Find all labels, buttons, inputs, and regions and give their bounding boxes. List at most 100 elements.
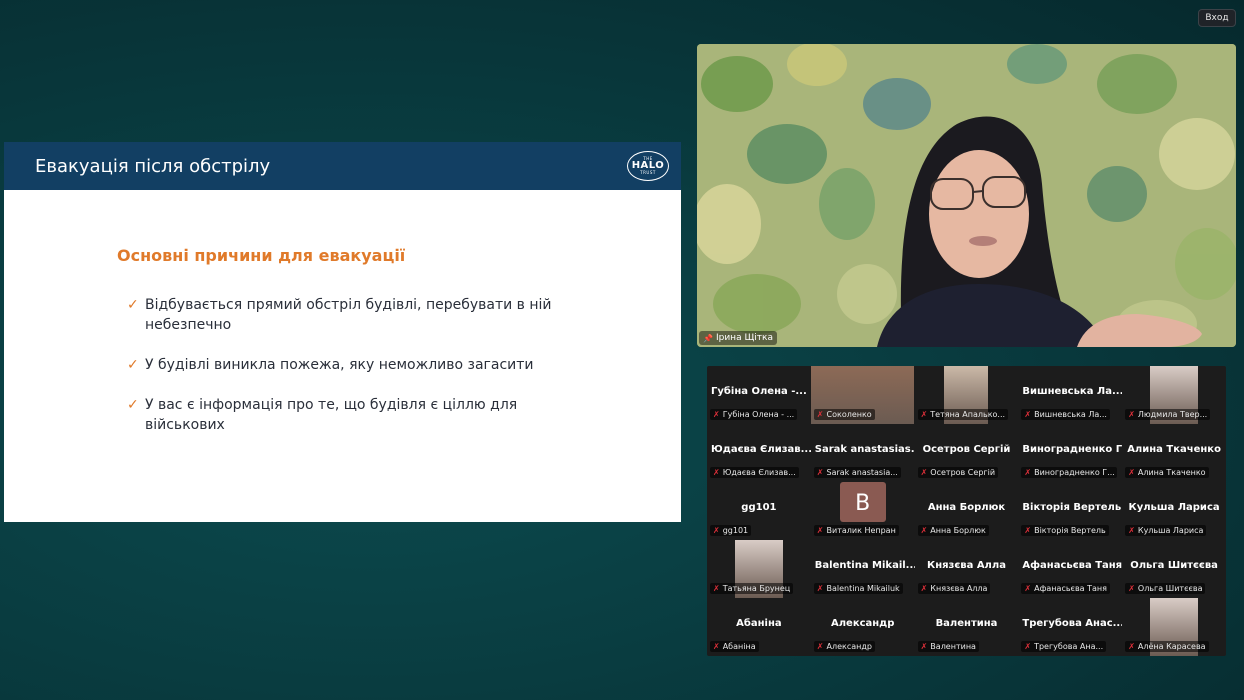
participant-label-text: gg101: [722, 526, 749, 535]
participant-label-text: Валентина: [930, 642, 976, 651]
mic-off-icon: ✗: [816, 584, 824, 593]
participant-label-text: Ольга Шитєєва: [1137, 584, 1203, 593]
mic-off-icon: ✗: [1024, 642, 1032, 651]
participant-name-label: ✗ Balentina Mikailuk: [813, 583, 903, 594]
mic-off-icon: ✗: [816, 526, 824, 535]
participant-tile[interactable]: Sarak anastasias... ✗ Sarak anastasia...: [811, 424, 915, 482]
participant-name-label: ✗ Кульша Лариса: [1125, 525, 1207, 536]
slide-subtitle: Основні причини для евакуації: [117, 246, 406, 265]
mic-off-icon: ✗: [920, 410, 928, 419]
logo-text-bottom: TRUST: [640, 170, 656, 175]
participant-tile[interactable]: Трегубова Анас... ✗ Трегубова Ана...: [1018, 598, 1122, 656]
participant-tile[interactable]: B ✗ Виталик Непран: [811, 482, 915, 540]
participant-name-label: ✗ Алина Ткаченко: [1125, 467, 1209, 478]
participant-label-text: Тетяна Апалько...: [930, 410, 1006, 419]
participant-label-text: Виталик Непран: [826, 526, 896, 535]
slide-bullet-list: ✓ Відбувається прямий обстріл будівлі, п…: [117, 295, 681, 435]
checkmark-icon: ✓: [127, 357, 139, 373]
participant-tile[interactable]: Виноградненко Г...✗Виноградненко Г...: [1018, 424, 1122, 482]
participant-tile[interactable]: ✗ Людмила Твер...: [1122, 366, 1226, 424]
participant-tile[interactable]: ✗ Алёна Карасева: [1122, 598, 1226, 656]
mic-off-icon: ✗: [920, 584, 928, 593]
participant-tile[interactable]: Валентина ✗ Валентина: [915, 598, 1019, 656]
participant-label-text: Алёна Карасева: [1137, 642, 1206, 651]
participant-display-name: Виноградненко Г...: [1022, 444, 1123, 455]
participant-label-text: Виноградненко Г...: [1034, 468, 1115, 477]
participant-tile[interactable]: Balentina Mikail... ✗ Balentina Mikailuk: [811, 540, 915, 598]
slide-bullet-text: У будівлі виникла пожежа, яку неможливо …: [145, 357, 534, 373]
speaker-video-frame: [697, 44, 1236, 347]
participant-display-name: Юдаєва Єлизав...: [711, 444, 811, 455]
participant-label-text: Алина Ткаченко: [1137, 468, 1206, 477]
participant-tile[interactable]: Абаніна ✗ Абаніна: [707, 598, 811, 656]
participant-name-label: ✗ Валентина: [917, 641, 979, 652]
participant-label-text: Вишневська Ла...: [1034, 410, 1107, 419]
participant-tile[interactable]: Афанасьєва Таня ✗ Афанасьєва Таня: [1018, 540, 1122, 598]
participant-display-name: Sarak anastasias...: [814, 444, 915, 455]
participant-display-name: Ольга Шитєєва: [1130, 560, 1218, 571]
participant-tile[interactable]: ✗ Соколенко: [810, 366, 915, 424]
participant-name-label: ✗ Анна Борлюк: [917, 525, 989, 536]
participant-tile[interactable]: Кульша Лариса ✗ Кульша Лариса: [1122, 482, 1226, 540]
active-speaker-video[interactable]: 📌 Ірина Щітка: [697, 44, 1236, 347]
mic-off-icon: ✗: [1128, 468, 1135, 477]
participant-label-text: Вікторія Вертель: [1034, 526, 1106, 535]
participant-display-name: Вікторія Вертель: [1022, 502, 1122, 513]
mic-off-icon: ✗: [713, 468, 720, 477]
participant-label-text: Татьяна Брунец: [722, 584, 791, 593]
participant-tile[interactable]: Анна Борлюк ✗ Анна Борлюк: [915, 482, 1019, 540]
participant-tile[interactable]: ✗ Татьяна Брунец: [707, 540, 811, 598]
participant-label-text: Balentina Mikailuk: [826, 584, 900, 593]
mic-off-icon: ✗: [1024, 584, 1032, 593]
enter-button[interactable]: Вход: [1198, 9, 1236, 27]
slide-header: Евакуація після обстрілу THE HALO TRUST: [4, 142, 681, 190]
participant-tile[interactable]: Осетров Сергій ✗ Осетров Сергій: [915, 424, 1019, 482]
participant-tile[interactable]: gg101 ✗ gg101: [707, 482, 811, 540]
participant-display-name: Афанасьєва Таня: [1022, 560, 1123, 571]
participant-label-text: Sarak anastasia...: [826, 468, 898, 477]
mic-off-icon: ✗: [816, 468, 824, 477]
participant-tile[interactable]: Князєва Алла ✗ Князєва Алла: [915, 540, 1019, 598]
participant-name-label: ✗ Трегубова Ана...: [1021, 641, 1107, 652]
participant-name-label: ✗ Виноградненко Г...: [1021, 467, 1118, 478]
participant-label-text: Губіна Олена - ...: [722, 410, 795, 419]
participant-tile[interactable]: Губіна Олена -... ✗ Губіна Олена - ...: [707, 366, 811, 424]
participant-display-name: Алина Ткаченко: [1127, 444, 1221, 455]
mic-off-icon: ✗: [816, 642, 824, 651]
mic-off-icon: ✗: [920, 468, 928, 477]
participant-label-text: Осетров Сергій: [930, 468, 996, 477]
participant-label-text: Трегубова Ана...: [1034, 642, 1104, 651]
participant-name-label: ✗ Афанасьєва Таня: [1021, 583, 1110, 594]
participant-display-name: Balentina Mikail...: [814, 560, 915, 571]
participant-tile[interactable]: Ольга Шитєєва ✗ Ольга Шитєєва: [1122, 540, 1226, 598]
participant-name-label: ✗ Князєва Алла: [917, 583, 991, 594]
mic-off-icon: ✗: [1024, 410, 1032, 419]
participant-tile[interactable]: ✗ Тетяна Апалько...: [915, 366, 1019, 424]
halo-trust-logo: THE HALO TRUST: [627, 151, 669, 181]
participant-tile[interactable]: Алина Ткаченко ✗ Алина Ткаченко: [1122, 424, 1226, 482]
participant-tile[interactable]: Юдаєва Єлизав... ✗ Юдаєва Єлизав...: [707, 424, 811, 482]
slide-bullet-text: Відбувається прямий обстріл будівлі, пер…: [145, 297, 552, 333]
participant-tile[interactable]: Александр ✗ Александр: [811, 598, 915, 656]
participant-display-name: Губіна Олена -...: [711, 386, 807, 397]
participant-tile[interactable]: Вишневська Ла... ✗ Вишневська Ла...: [1018, 366, 1122, 424]
participant-label-text: Анна Борлюк: [930, 526, 986, 535]
participant-name-label: ✗ Алёна Карасева: [1125, 641, 1209, 652]
participant-name-label: ✗ Соколенко: [813, 409, 875, 420]
participant-display-name: Александр: [830, 618, 895, 629]
mic-off-icon: ✗: [713, 584, 720, 593]
slide-title: Евакуація після обстрілу: [35, 155, 271, 177]
speaker-name-label: 📌 Ірина Щітка: [699, 331, 777, 345]
mic-off-icon: ✗: [713, 410, 720, 419]
participant-gallery: Губіна Олена -... ✗ Губіна Олена - ... ✗ Сок…: [707, 366, 1226, 656]
participant-display-name: Валентина: [935, 618, 998, 629]
participant-label-text: Абаніна: [722, 642, 756, 651]
checkmark-icon: ✓: [127, 397, 139, 413]
participant-label-text: Афанасьєва Таня: [1034, 584, 1107, 593]
participant-tile[interactable]: Вікторія Вертель ✗ Вікторія Вертель: [1018, 482, 1122, 540]
participant-label-text: Александр: [826, 642, 872, 651]
participant-display-name: Осетров Сергій: [922, 444, 1011, 455]
speaker-name: Ірина Щітка: [715, 333, 773, 343]
mic-off-icon: ✗: [1024, 526, 1032, 535]
mic-off-icon: ✗: [1024, 468, 1032, 477]
